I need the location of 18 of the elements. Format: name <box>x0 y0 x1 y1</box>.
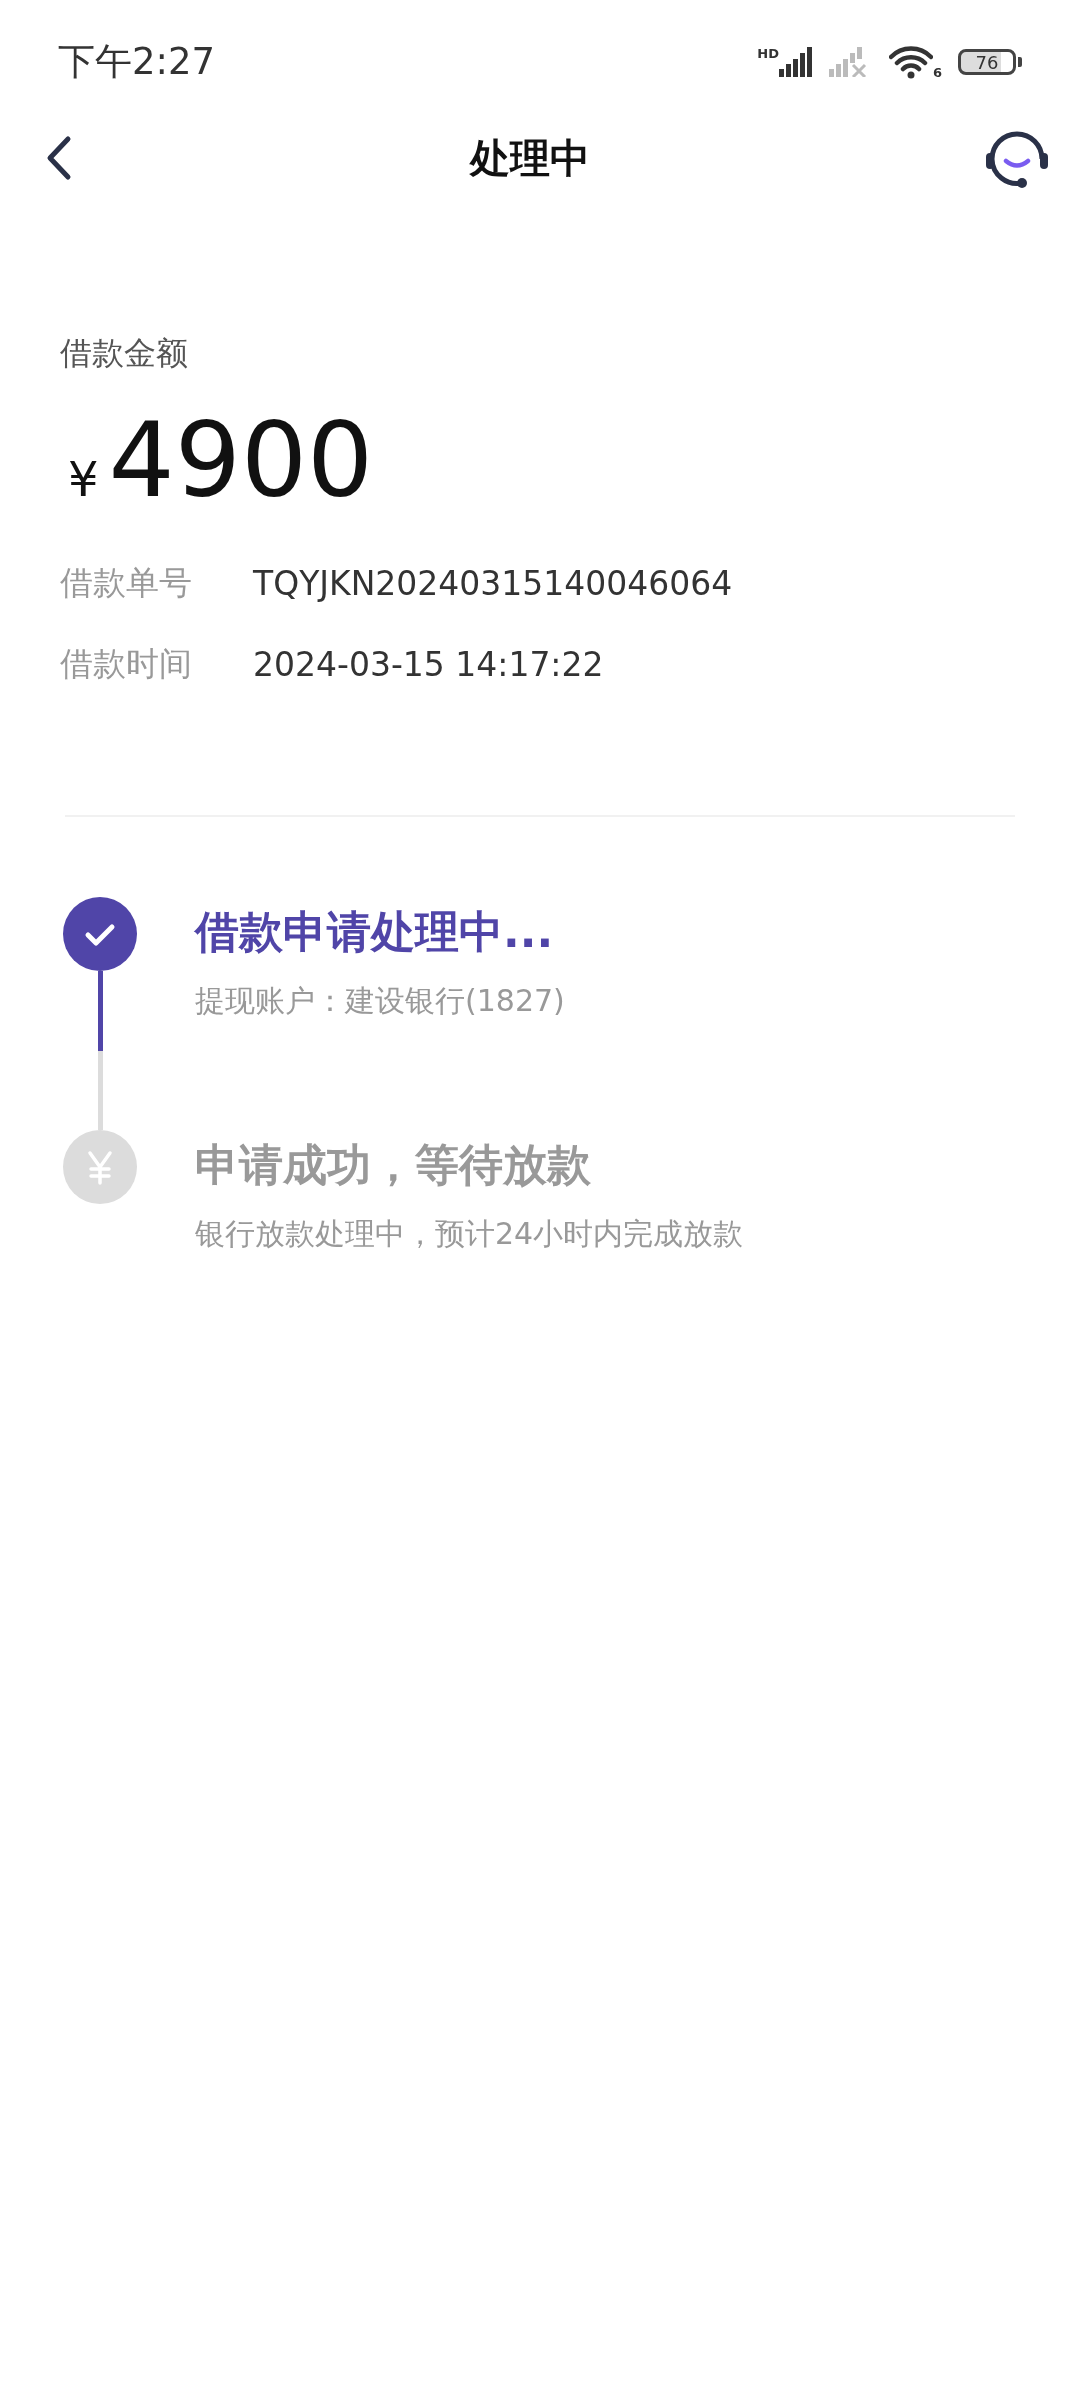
currency-symbol: ¥ <box>68 451 99 507</box>
detail-label: 借款时间 <box>60 643 193 686</box>
wifi-label: 6 <box>932 66 942 79</box>
wifi-icon <box>888 45 933 79</box>
step-title: 申请成功，等待放款 <box>195 1138 592 1193</box>
network-type-label: HD <box>757 47 779 60</box>
detail-label: 借款单号 <box>60 562 193 605</box>
step-description: 银行放款处理中，预计24小时内完成放款 <box>195 1214 744 1253</box>
step-title: 借款申请处理中... <box>195 905 555 960</box>
step-description: 提现账户：建设银行(1827) <box>195 981 565 1020</box>
status-time: 下午2:27 <box>58 39 216 85</box>
signal-icon <box>778 47 813 77</box>
detail-value: TQYJKN20240315140046064 <box>253 564 733 604</box>
battery-icon: 76 <box>958 49 1016 75</box>
amount-label: 借款金额 <box>60 333 189 374</box>
detail-value: 2024-03-15 14:17:22 <box>253 645 604 685</box>
page-title: 处理中 <box>470 133 590 183</box>
loan-amount: 4900 <box>108 406 374 516</box>
